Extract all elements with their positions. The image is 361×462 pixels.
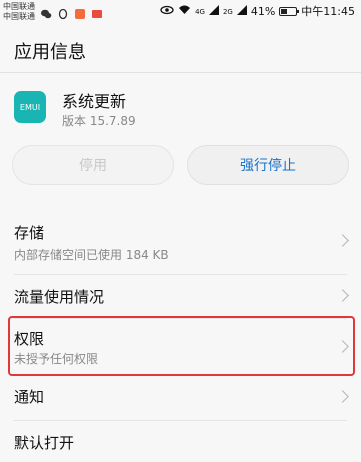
app-info: EMUI 系统更新 版本 15.7.89 [0, 72, 361, 138]
carrier-name-2: 中国联通 [3, 12, 35, 21]
wechat-icon [40, 5, 52, 19]
wifi-icon [178, 4, 191, 19]
signal-icon-1 [208, 4, 219, 19]
open-by-default-label: 默认打开 [14, 434, 75, 452]
network-label-2: 2G [222, 7, 233, 16]
status-icons: 4G 2G 41% 中午11:45 [160, 4, 355, 19]
force-stop-button[interactable]: 强行停止 [187, 145, 349, 185]
storage-row[interactable]: 存储 内部存储空间已使用 184 KB [0, 208, 361, 276]
open-by-default-row[interactable]: 默认打开 [0, 422, 361, 462]
signal-icon-2 [236, 4, 247, 19]
storage-sub: 内部存储空间已使用 184 KB [14, 248, 169, 262]
storage-label: 存储 [14, 224, 45, 242]
network-label-1: 4G [195, 7, 205, 16]
notifications-row[interactable]: 通知 [0, 376, 361, 420]
app-name: 系统更新 [62, 92, 127, 111]
battery-percent: 41% [250, 4, 276, 18]
mail-icon [91, 5, 103, 18]
app-version: 版本 15.7.89 [62, 114, 136, 128]
app-notification-icon [74, 5, 86, 19]
permissions-highlight-box [8, 316, 355, 376]
data-usage-row[interactable]: 流量使用情况 [0, 276, 361, 318]
notification-icons [40, 5, 103, 20]
chevron-right-icon [336, 289, 349, 302]
battery-icon [279, 7, 300, 16]
divider [14, 274, 347, 275]
app-icon: EMUI [14, 91, 46, 123]
divider [14, 420, 347, 421]
chevron-right-icon [336, 390, 349, 403]
page-title: 应用信息 [14, 42, 86, 63]
carrier-name-1: 中国联通 [3, 2, 35, 11]
data-usage-label: 流量使用情况 [14, 288, 105, 306]
disable-button[interactable]: 停用 [12, 145, 174, 185]
notifications-label: 通知 [14, 388, 45, 406]
eye-comfort-icon [160, 5, 174, 19]
clock: 中午11:45 [301, 4, 355, 18]
status-bar: 中国联通 中国联通 4G 2G 41% 中午11:45 [0, 0, 361, 26]
chevron-right-icon [336, 234, 349, 247]
qq-icon [57, 5, 69, 20]
header: 应用信息 [0, 26, 361, 73]
